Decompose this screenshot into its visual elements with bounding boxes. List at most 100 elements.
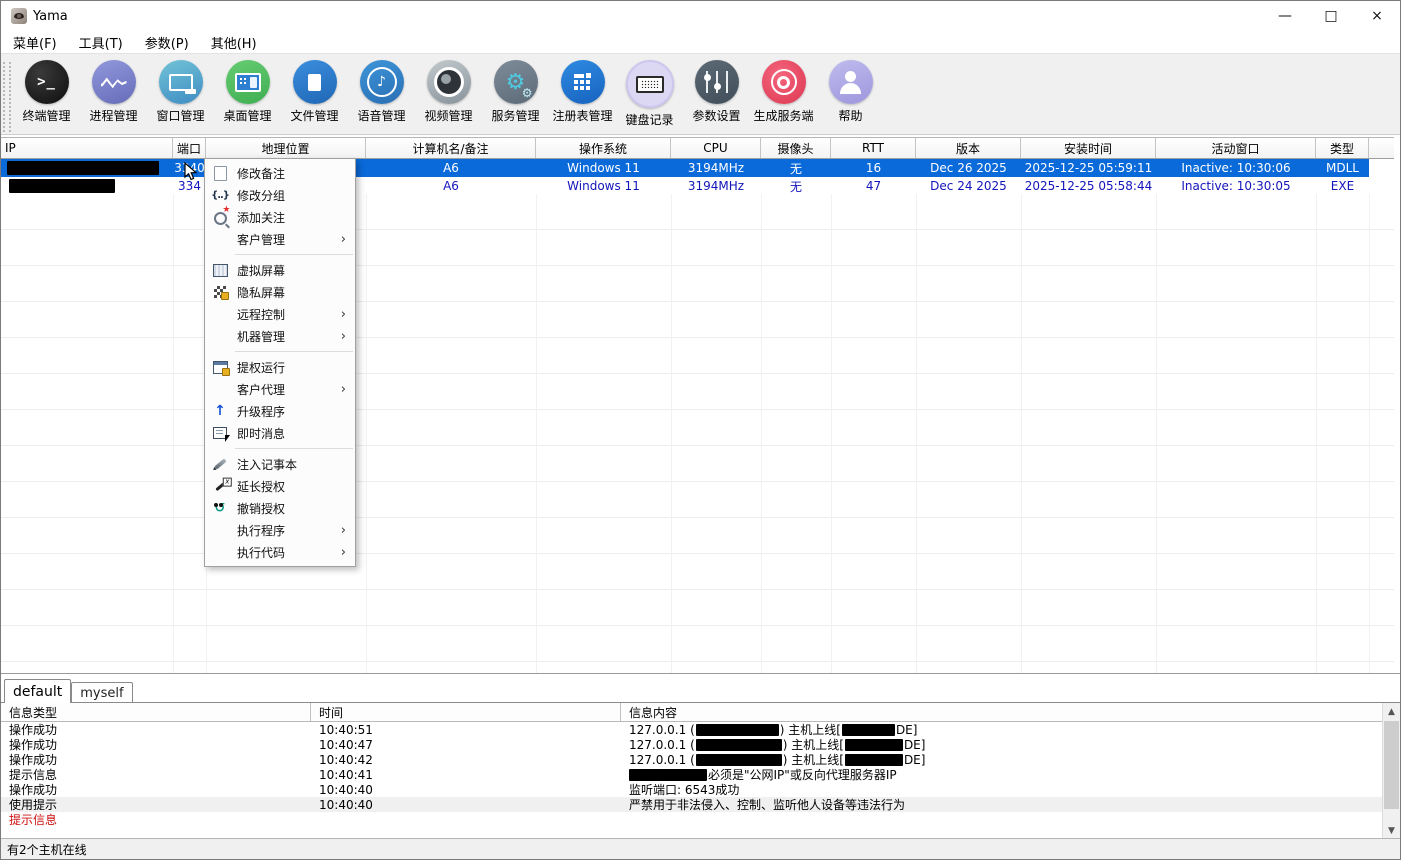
menu-separator <box>235 351 353 352</box>
toolbar-file-manage[interactable]: 文件管理 <box>281 60 348 124</box>
menu-item-upgrade-program[interactable]: ↑ 升级程序 <box>205 400 355 422</box>
toolbar-audio-manage[interactable]: ♪ 语音管理 <box>348 60 415 124</box>
minimize-button[interactable]: — <box>1262 1 1308 31</box>
menu-params[interactable]: 参数(P) <box>135 31 199 54</box>
group-tab-bar: default myself <box>1 673 1400 703</box>
menu-item-edit-note[interactable]: 修改备注 <box>205 162 355 184</box>
menu-item-virtual-screen[interactable]: 虚拟屏幕 <box>205 259 355 281</box>
column-header-rtt[interactable]: RTT <box>831 138 916 158</box>
column-header-install-time[interactable]: 安装时间 <box>1021 138 1156 158</box>
menu-item-client-proxy[interactable]: 客户代理 › <box>205 378 355 400</box>
menu-main[interactable]: 菜单(F) <box>3 31 67 54</box>
person-icon <box>829 60 873 104</box>
title-bar: Yama — □ × <box>1 1 1400 31</box>
log-row[interactable]: 操作成功 10:40:42 127.0.0.1 () 主机上线[ DE] <box>1 752 1400 767</box>
menu-item-privacy-screen[interactable]: 隐私屏幕 <box>205 281 355 303</box>
log-panel: 信息类型 时间 信息内容 操作成功 10:40:51 127.0.0.1 () … <box>1 702 1400 839</box>
menu-item-add-watch[interactable]: 添加关注 <box>205 206 355 228</box>
toolbar-settings[interactable]: 参数设置 <box>683 60 750 124</box>
redaction-bar <box>696 724 779 736</box>
column-header-ip[interactable]: IP <box>1 138 173 158</box>
log-row[interactable]: 操作成功 10:40:40 监听端口: 6543成功 <box>1 782 1400 797</box>
toolbar-grip[interactable] <box>3 62 11 132</box>
privacy-screen-icon <box>212 284 228 300</box>
menu-separator <box>235 448 353 449</box>
log-column-type[interactable]: 信息类型 <box>1 703 311 721</box>
menu-item-edit-group[interactable]: {..} 修改分组 <box>205 184 355 206</box>
camera-eye-icon <box>427 60 471 104</box>
file-icon <box>293 60 337 104</box>
star-search-icon <box>212 209 228 225</box>
gears-icon: ⚙⚙ <box>494 60 538 104</box>
column-header-geo[interactable]: 地理位置 <box>206 138 366 158</box>
terminal-icon: >_ <box>25 60 69 104</box>
column-header-camera[interactable]: 摄像头 <box>761 138 831 158</box>
music-note-icon: ♪ <box>360 60 404 104</box>
toolbar: >_ 终端管理 进程管理 窗口管理 桌面管理 文件管理 ♪ 语音管理 视频管理 … <box>1 53 1400 135</box>
menu-tools[interactable]: 工具(T) <box>69 31 133 54</box>
log-row[interactable]: 操作成功 10:40:47 127.0.0.1 () 主机上线[ DE] <box>1 737 1400 752</box>
pen-inject-icon <box>212 456 228 472</box>
menu-item-remote-control[interactable]: 远程控制 › <box>205 303 355 325</box>
maximize-button[interactable]: □ <box>1308 1 1354 31</box>
scroll-down-icon[interactable]: ▼ <box>1383 822 1400 839</box>
menu-item-machine-manage[interactable]: 机器管理 › <box>205 325 355 347</box>
tab-myself[interactable]: myself <box>71 682 132 703</box>
menu-item-client-manage[interactable]: 客户管理 › <box>205 228 355 250</box>
toolbar-keylogger[interactable]: 键盘记录 <box>616 60 683 128</box>
log-row[interactable]: 使用提示 10:40:40 严禁用于非法侵入、控制、监听他人设备等违法行为 <box>1 797 1400 812</box>
status-bar: 有2个主机在线 <box>1 838 1400 859</box>
menu-item-revoke-auth[interactable]: ↺ 撤销授权 <box>205 497 355 519</box>
toolbar-terminal-manage[interactable]: >_ 终端管理 <box>13 60 80 124</box>
toolbar-registry-manage[interactable]: 注册表管理 <box>549 60 616 124</box>
target-icon <box>762 60 806 104</box>
submenu-arrow-icon: › <box>341 523 346 538</box>
close-button[interactable]: × <box>1354 1 1400 31</box>
column-header-version[interactable]: 版本 <box>916 138 1021 158</box>
column-header-cpu[interactable]: CPU <box>671 138 761 158</box>
menu-other[interactable]: 其他(H) <box>201 31 267 54</box>
toolbar-process-manage[interactable]: 进程管理 <box>80 60 147 124</box>
redaction-bar <box>7 161 159 175</box>
redaction-bar <box>9 179 115 193</box>
app-logo-icon <box>11 8 27 24</box>
revoke-arrow-icon: ↺ <box>212 500 228 516</box>
toolbar-build-server[interactable]: 生成服务端 <box>750 60 817 124</box>
keyboard-icon <box>626 60 674 108</box>
column-header-computer[interactable]: 计算机名/备注 <box>366 138 536 158</box>
redaction-bar <box>842 724 895 736</box>
redaction-bar <box>696 754 782 766</box>
toolbar-help[interactable]: 帮助 <box>817 60 884 124</box>
column-header-type[interactable]: 类型 <box>1316 138 1369 158</box>
log-row[interactable]: 操作成功 10:40:51 127.0.0.1 () 主机上线[ DE] <box>1 722 1400 737</box>
log-scrollbar[interactable]: ▲ ▼ <box>1382 703 1400 839</box>
log-row[interactable]: 提示信息 <box>1 812 1400 827</box>
redaction-bar <box>845 739 903 751</box>
virtual-screen-icon <box>212 262 228 278</box>
toolbar-desktop-manage[interactable]: 桌面管理 <box>214 60 281 124</box>
menu-item-run-program[interactable]: 执行程序 › <box>205 519 355 541</box>
menu-item-elevate-run[interactable]: 提权运行 <box>205 356 355 378</box>
column-header-extra <box>1369 138 1394 158</box>
menu-item-instant-message[interactable]: 即时消息 <box>205 422 355 444</box>
menu-item-inject-notepad[interactable]: 注入记事本 <box>205 453 355 475</box>
mouse-cursor <box>184 162 198 182</box>
toolbar-window-manage[interactable]: 窗口管理 <box>147 60 214 124</box>
log-column-time[interactable]: 时间 <box>311 703 621 721</box>
log-column-content[interactable]: 信息内容 <box>621 703 1385 721</box>
tab-default[interactable]: default <box>4 679 71 703</box>
scroll-up-icon[interactable]: ▲ <box>1383 703 1400 720</box>
log-row[interactable]: 提示信息 10:40:41 必须是"公网IP"或反向代理服务器IP <box>1 767 1400 782</box>
menu-item-extend-auth[interactable]: 延长授权 <box>205 475 355 497</box>
toolbar-service-manage[interactable]: ⚙⚙ 服务管理 <box>482 60 549 124</box>
menu-item-run-code[interactable]: 执行代码 › <box>205 541 355 563</box>
submenu-arrow-icon: › <box>341 545 346 560</box>
host-table-header: IP 端口 地理位置 计算机名/备注 操作系统 CPU 摄像头 RTT 版本 安… <box>1 138 1394 159</box>
column-header-active-window[interactable]: 活动窗口 <box>1156 138 1316 158</box>
scrollbar-thumb[interactable] <box>1384 721 1399 809</box>
column-header-os[interactable]: 操作系统 <box>536 138 671 158</box>
column-header-port[interactable]: 端口 <box>173 138 206 158</box>
menu-separator <box>235 254 353 255</box>
toolbar-video-manage[interactable]: 视频管理 <box>415 60 482 124</box>
up-arrow-icon: ↑ <box>212 403 228 419</box>
